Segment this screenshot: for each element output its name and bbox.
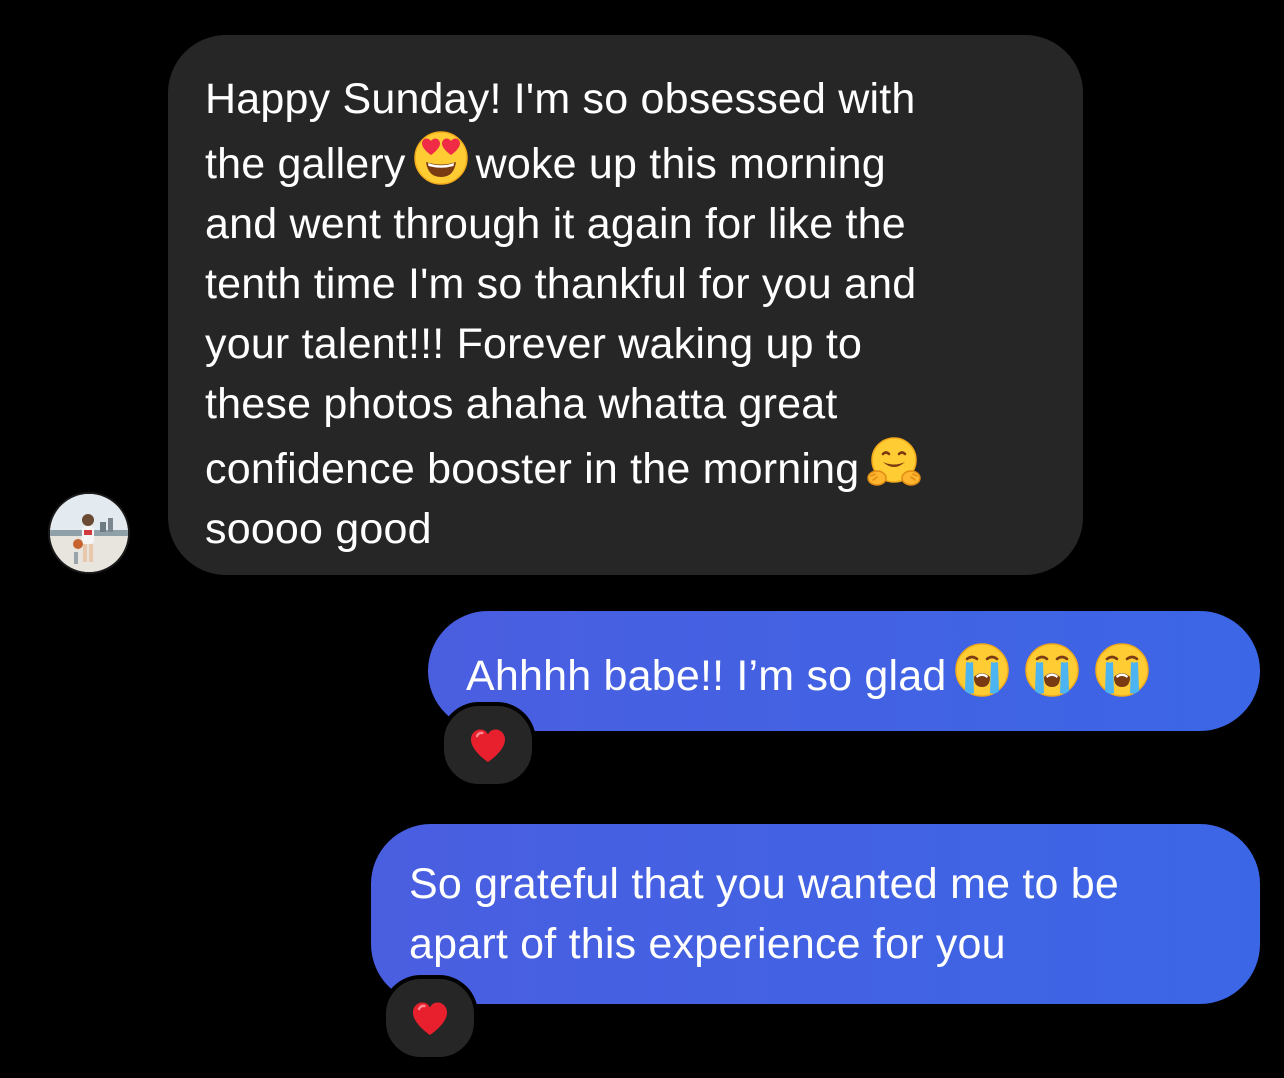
message-text: your talent!!! Forever waking up to <box>205 320 863 368</box>
red-heart-reaction-icon <box>471 729 505 762</box>
message-reaction[interactable] <box>382 975 478 1061</box>
message-text: and went through it again for like the <box>205 200 906 248</box>
message-text: apart of this experience for you <box>409 920 1006 968</box>
crying-emoji-icon <box>953 641 1011 699</box>
message-text: Happy Sunday! I'm so obsessed with <box>205 75 916 123</box>
outgoing-message-bubble[interactable]: So grateful that you wanted me to be apar… <box>371 824 1260 1004</box>
message-text-line: So grateful that you wanted me to be <box>409 854 1230 914</box>
message-text-line: your talent!!! Forever waking up to <box>205 314 1053 374</box>
message-text: the gallery <box>205 140 406 188</box>
message-text-line: and went through it again for like the <box>205 194 1053 254</box>
message-text: Ahhhh babe!! I’m so glad <box>466 652 947 700</box>
incoming-message-bubble[interactable]: Happy Sunday! I'm so obsessed with the ga… <box>168 35 1083 575</box>
message-text: confidence booster in the morning <box>205 445 860 493</box>
message-text: tenth time I'm so thankful for you and <box>205 260 917 308</box>
message-text-line: soooo good <box>205 499 1053 559</box>
message-text-line: Happy Sunday! I'm so obsessed with <box>205 69 1053 129</box>
hugging-emoji-icon <box>865 434 923 492</box>
message-text-line: the gallery woke up this morning <box>205 129 1053 194</box>
message-text-line: these photos ahaha whatta great <box>205 374 1053 434</box>
red-heart-reaction-icon <box>413 1002 447 1035</box>
crying-emoji-icon <box>1093 641 1151 699</box>
avatar-photo <box>50 494 128 572</box>
message-text-line: confidence booster in the morning <box>205 434 1053 499</box>
message-text: So grateful that you wanted me to be <box>409 860 1119 908</box>
outgoing-message-bubble[interactable]: Ahhhh babe!! I’m so glad <box>428 611 1260 731</box>
message-text-line: Ahhhh babe!! I’m so glad <box>466 641 1240 706</box>
message-text-line: tenth time I'm so thankful for you and <box>205 254 1053 314</box>
crying-emoji-icon <box>1023 641 1081 699</box>
message-text: woke up this morning <box>475 140 886 188</box>
message-text-line: apart of this experience for you <box>409 914 1230 974</box>
message-reaction[interactable] <box>440 702 536 788</box>
message-text: soooo good <box>205 505 432 553</box>
contact-avatar[interactable] <box>48 492 130 574</box>
message-text: these photos ahaha whatta great <box>205 380 838 428</box>
heart-eyes-emoji-icon <box>412 129 470 187</box>
